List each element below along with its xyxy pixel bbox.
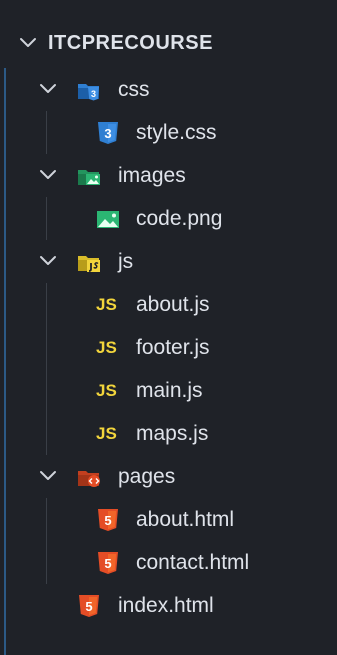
tree-item-label: pages	[118, 465, 176, 488]
tree-item-style-css[interactable]: 3 style.css	[0, 111, 337, 154]
tree-item-code-png[interactable]: code.png	[0, 197, 337, 240]
html-folder-icon	[78, 471, 100, 487]
svg-text:3: 3	[91, 89, 96, 99]
tree-item-label: code.png	[136, 207, 223, 230]
tree-item-label: contact.html	[136, 551, 250, 574]
js-file-icon: JS	[96, 381, 117, 400]
chevron-down-icon[interactable]	[18, 33, 38, 53]
chevron-down-icon[interactable]	[38, 165, 58, 185]
tree-item-label: footer.js	[136, 336, 210, 359]
tree-item-label: main.js	[136, 379, 203, 402]
image-file-icon	[97, 211, 119, 228]
tree-item-about-js[interactable]: JS about.js	[0, 283, 337, 326]
tree-item-label: about.js	[136, 293, 210, 316]
explorer-root-header[interactable]: ITCPRECOURSE	[0, 22, 337, 65]
svg-text:5: 5	[85, 599, 92, 614]
tree-item-css-folder[interactable]: 3 css	[0, 68, 337, 111]
html-file-icon: 5	[98, 552, 118, 574]
html-file-icon: 5	[98, 509, 118, 531]
project-root-label: ITCPRECOURSE	[48, 32, 213, 54]
tree-item-footer-js[interactable]: JS footer.js	[0, 326, 337, 369]
js-folder-icon	[78, 256, 100, 272]
css-folder-icon: 3	[78, 84, 99, 101]
html-file-icon: 5	[79, 595, 99, 617]
js-file-icon: JS	[96, 295, 117, 314]
tree-item-main-js[interactable]: JS main.js	[0, 369, 337, 412]
file-explorer: ITCPRECOURSE 3 css 3 style.css images co…	[0, 0, 337, 655]
tree-item-label: index.html	[118, 594, 214, 617]
css-file-icon: 3	[98, 122, 118, 144]
svg-text:3: 3	[104, 126, 111, 141]
tree-item-contact-html[interactable]: 5 contact.html	[0, 541, 337, 584]
tree-item-label: images	[118, 164, 186, 187]
chevron-down-icon[interactable]	[38, 79, 58, 99]
tree-item-pages-folder[interactable]: pages	[0, 455, 337, 498]
chevron-down-icon[interactable]	[38, 251, 58, 271]
tree-item-label: css	[118, 78, 150, 101]
tree-item-index-html[interactable]: 5 index.html	[0, 584, 337, 627]
tree-item-label: about.html	[136, 508, 235, 531]
svg-text:5: 5	[104, 513, 111, 528]
tree-item-label: style.css	[136, 121, 217, 144]
tree-item-maps-js[interactable]: JS maps.js	[0, 412, 337, 455]
js-file-icon: JS	[96, 424, 117, 443]
tree-item-js-folder[interactable]: js	[0, 240, 337, 283]
js-file-icon: JS	[96, 338, 117, 357]
tree-item-images-folder[interactable]: images	[0, 154, 337, 197]
tree-item-label: js	[118, 250, 134, 273]
tree-item-label: maps.js	[136, 422, 209, 445]
tree-item-about-html[interactable]: 5 about.html	[0, 498, 337, 541]
svg-text:5: 5	[104, 556, 111, 571]
chevron-down-icon[interactable]	[38, 466, 58, 486]
images-folder-icon	[78, 170, 100, 185]
